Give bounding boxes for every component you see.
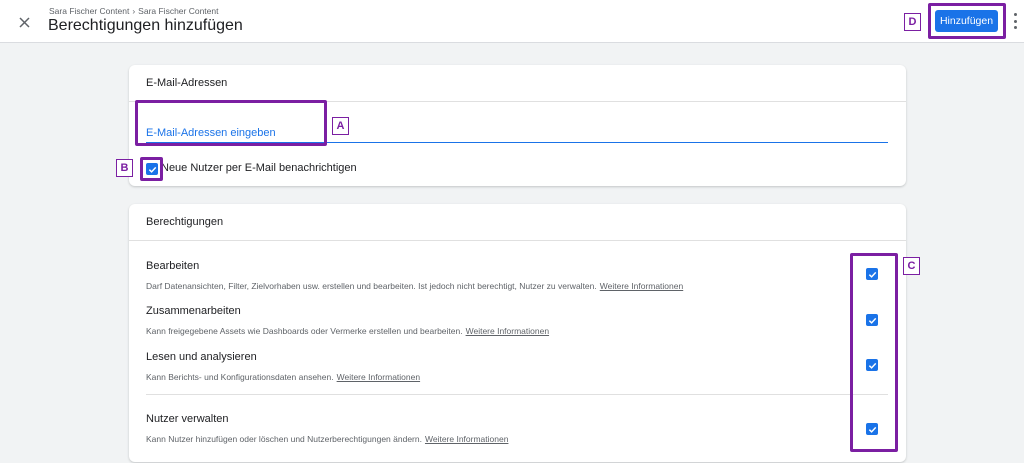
learn-more-link[interactable]: Weitere Informationen xyxy=(337,372,420,382)
page-title: Berechtigungen hinzufügen xyxy=(48,17,243,34)
permission-description: Darf Datenansichten, Filter, Zielvorhabe… xyxy=(146,281,597,291)
close-icon xyxy=(18,16,30,28)
breadcrumb-item[interactable]: Sara Fischer Content xyxy=(49,6,129,16)
permission-description: Kann Nutzer hinzufügen oder löschen und … xyxy=(146,434,422,444)
annotation-label-a: A xyxy=(332,117,349,135)
annotation-label-c: C xyxy=(903,257,920,275)
learn-more-link[interactable]: Weitere Informationen xyxy=(600,281,683,291)
breadcrumb-item[interactable]: Sara Fischer Content xyxy=(138,6,218,16)
permissions-card: Berechtigungen Bearbeiten Darf Datenansi… xyxy=(129,204,906,462)
permission-title-edit: Bearbeiten xyxy=(146,260,200,272)
breadcrumb-separator: › xyxy=(132,6,136,16)
more-vert-icon xyxy=(1013,13,1017,16)
breadcrumb: Sara Fischer Content › Sara Fischer Conten… xyxy=(49,6,219,16)
permission-title-collaborate: Zusammenarbeiten xyxy=(146,305,241,317)
more-options-button[interactable] xyxy=(1010,13,1020,29)
learn-more-link[interactable]: Weitere Informationen xyxy=(425,434,508,444)
permission-desc-read-analyze: Kann Berichts- und Konfigurationsdaten a… xyxy=(146,372,420,382)
permissions-card-title: Berechtigungen xyxy=(129,204,906,241)
close-button[interactable] xyxy=(14,12,34,32)
learn-more-link[interactable]: Weitere Informationen xyxy=(466,326,549,336)
permission-description: Kann Berichts- und Konfigurationsdaten a… xyxy=(146,372,334,382)
annotation-box-c xyxy=(850,253,898,452)
annotation-box-d xyxy=(928,3,1006,39)
email-card-title: E-Mail-Adressen xyxy=(129,65,906,102)
permission-description: Kann freigegebene Assets wie Dashboards … xyxy=(146,326,463,336)
annotation-label-d: D xyxy=(904,13,921,31)
permission-title-read-analyze: Lesen und analysieren xyxy=(146,351,257,363)
annotation-label-b: B xyxy=(116,159,133,177)
permission-desc-edit: Darf Datenansichten, Filter, Zielvorhabe… xyxy=(146,281,683,291)
permission-desc-manage-users: Kann Nutzer hinzufügen oder löschen und … xyxy=(146,434,508,444)
permission-desc-collaborate: Kann freigegebene Assets wie Dashboards … xyxy=(146,326,549,336)
permission-title-manage-users: Nutzer verwalten xyxy=(146,413,229,425)
notify-label: Neue Nutzer per E-Mail benachrichtigen xyxy=(161,162,357,174)
annotation-box-a xyxy=(135,100,327,146)
divider xyxy=(146,394,888,395)
top-bar: Sara Fischer Content › Sara Fischer Conten… xyxy=(0,0,1024,43)
annotation-box-b xyxy=(140,157,163,181)
